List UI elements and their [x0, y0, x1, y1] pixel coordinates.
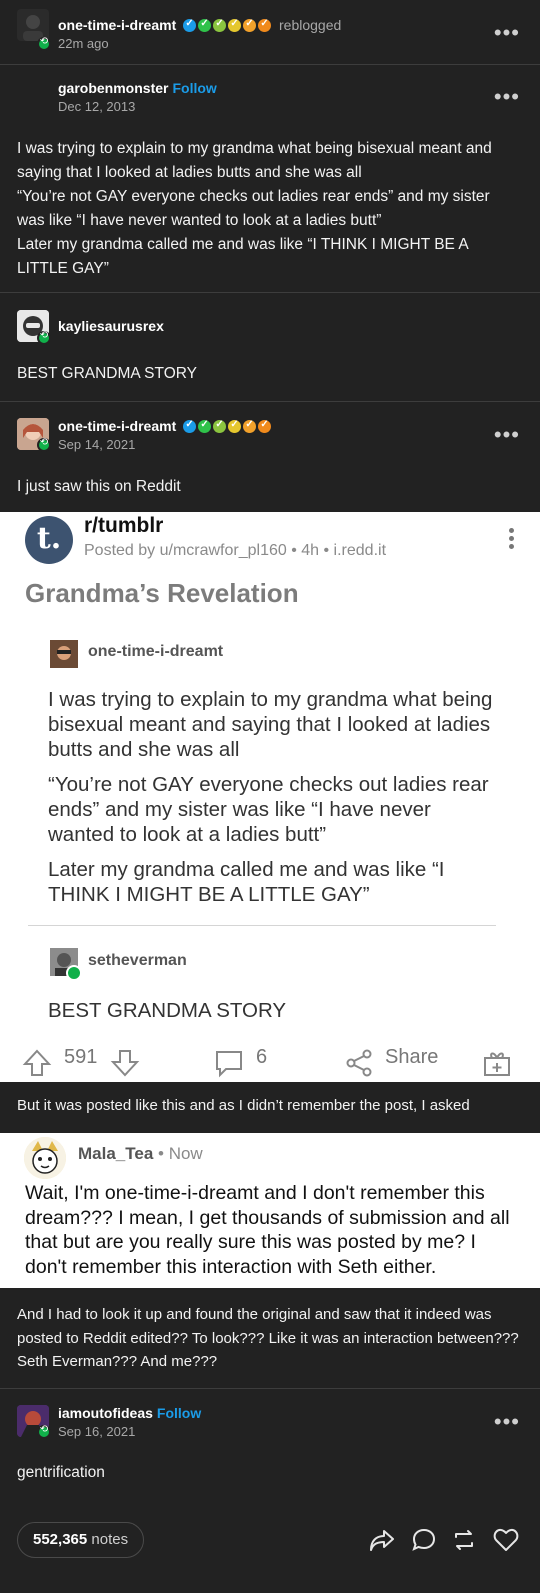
reply-bubble-icon[interactable] — [410, 1526, 438, 1554]
upvote-icon — [22, 1049, 52, 1076]
inner-divider — [28, 925, 496, 926]
divider — [0, 1388, 540, 1389]
reblog-indicator-icon — [37, 330, 51, 345]
follow-button[interactable]: Follow — [157, 1405, 201, 1421]
inner-reply: BEST GRANDMA STORY — [48, 999, 287, 1022]
follow-button[interactable]: Follow — [172, 80, 216, 96]
reblog-icon[interactable] — [450, 1526, 478, 1554]
original-poster-link[interactable]: garobenmonster — [58, 80, 168, 96]
notes-label: notes — [91, 1531, 129, 1548]
dreamt-username: one-time-i-dreamt — [58, 418, 272, 434]
badge-group — [183, 18, 272, 32]
dreamt-date: Sep 14, 2021 — [58, 437, 136, 452]
divider — [0, 292, 540, 293]
badge-group — [183, 419, 272, 433]
lime-check-badge-icon — [213, 419, 227, 433]
reddit-comment-screenshot: Mala_Tea • Now Wait, I'm one-time-i-drea… — [0, 1133, 540, 1288]
orange-check-badge-icon — [243, 419, 257, 433]
iamoutofideas-date: Sep 16, 2021 — [58, 1424, 136, 1439]
comment-icon — [216, 1051, 242, 1078]
commenter-username: Mala_Tea — [78, 1144, 154, 1163]
inner-paragraph: “You’re not GAY everyone checks out ladi… — [48, 773, 489, 846]
iamoutofideas-body: gentrification — [17, 1464, 105, 1481]
notes-count: 552,365 — [33, 1531, 88, 1548]
more-options-icon[interactable]: ••• — [494, 424, 520, 446]
original-body: I was trying to explain to my grandma wh… — [17, 137, 520, 281]
more-options-icon[interactable]: ••• — [494, 1411, 520, 1433]
notes-button[interactable]: 552,365 notes — [17, 1522, 145, 1558]
inner-paragraph: I was trying to explain to my grandma wh… — [48, 688, 493, 761]
yellow-check-badge-icon — [228, 419, 242, 433]
dark-orange-check-badge-icon — [258, 18, 272, 32]
upvote-count: 591 — [64, 1046, 98, 1068]
comment-time: • Now — [158, 1144, 203, 1163]
iamoutofideas-username[interactable]: iamoutofideas — [58, 1405, 153, 1421]
orange-check-badge-icon — [243, 18, 257, 32]
commenter-avatar — [24, 1137, 66, 1179]
reblog-indicator-icon — [37, 437, 51, 452]
green-check-badge-icon — [198, 419, 212, 433]
inner-reblog-icon — [66, 965, 82, 981]
more-options-icon[interactable]: ••• — [494, 86, 520, 108]
inner-username-2: setheverman — [88, 952, 187, 969]
reblogger-name-link[interactable]: one-time-i-dreamt — [58, 17, 176, 33]
body-paragraph: Later my grandma called me and was like … — [17, 236, 468, 277]
iamoutofideas-line: iamoutofideas Follow — [58, 1405, 201, 1421]
inner-avatar — [50, 640, 78, 668]
after-text: And I had to look it up and found the or… — [17, 1306, 519, 1370]
original-poster: garobenmonster Follow — [58, 80, 217, 96]
dreamt-name-link[interactable]: one-time-i-dreamt — [58, 418, 176, 434]
posted-by: Posted by u/mcrawfor_pl160 • 4h • i.redd… — [84, 542, 387, 559]
body-paragraph: “You’re not GAY everyone checks out ladi… — [17, 188, 490, 229]
comment-count: 6 — [256, 1046, 268, 1068]
post-footer: 552,365 notes — [0, 1512, 540, 1593]
inner-paragraph: Later my grandma called me and was like … — [48, 858, 445, 906]
share-arrow-icon[interactable] — [368, 1526, 396, 1554]
share-icon — [346, 1049, 372, 1077]
reblog-indicator-icon — [37, 36, 51, 51]
blue-check-badge-icon — [183, 419, 197, 433]
green-check-badge-icon — [198, 18, 212, 32]
dark-orange-check-badge-icon — [258, 419, 272, 433]
commenter-name-line: Mala_Tea • Now — [78, 1144, 203, 1164]
reblog-time: 22m ago — [58, 36, 109, 51]
reddit-screenshot: t. r/tumblr Posted by u/mcrawfor_pl160 •… — [0, 512, 540, 1082]
kaylie-body: BEST GRANDMA STORY — [17, 365, 198, 382]
tumblr-subreddit-icon: t. — [25, 516, 73, 564]
like-heart-icon[interactable] — [492, 1526, 520, 1554]
reddit-more-icon — [509, 528, 514, 549]
body-paragraph: I was trying to explain to my grandma wh… — [17, 140, 492, 181]
kaylie-username[interactable]: kayliesaurusrex — [58, 318, 164, 334]
subreddit-name: r/tumblr — [84, 514, 164, 537]
reblog-indicator-icon — [37, 1424, 51, 1439]
more-options-icon[interactable]: ••• — [494, 22, 520, 44]
reblogger-username[interactable]: one-time-i-dreamt reblogged — [58, 17, 341, 33]
reddit-post-title: Grandma’s Revelation — [25, 578, 299, 608]
divider — [0, 64, 540, 65]
award-icon — [484, 1052, 510, 1076]
dreamt-body: I just saw this on Reddit — [17, 478, 181, 495]
original-date: Dec 12, 2013 — [58, 99, 136, 114]
downvote-icon — [110, 1050, 140, 1077]
lime-check-badge-icon — [213, 18, 227, 32]
blue-check-badge-icon — [183, 18, 197, 32]
middle-text: But it was posted like this and as I did… — [17, 1097, 470, 1114]
comment-text: Wait, I'm one-time-i-dreamt and I don't … — [25, 1182, 510, 1278]
yellow-check-badge-icon — [228, 18, 242, 32]
divider — [0, 401, 540, 402]
inner-username-1: one-time-i-dreamt — [88, 643, 224, 660]
share-label: Share — [385, 1046, 439, 1068]
reblogged-label: reblogged — [279, 17, 342, 33]
